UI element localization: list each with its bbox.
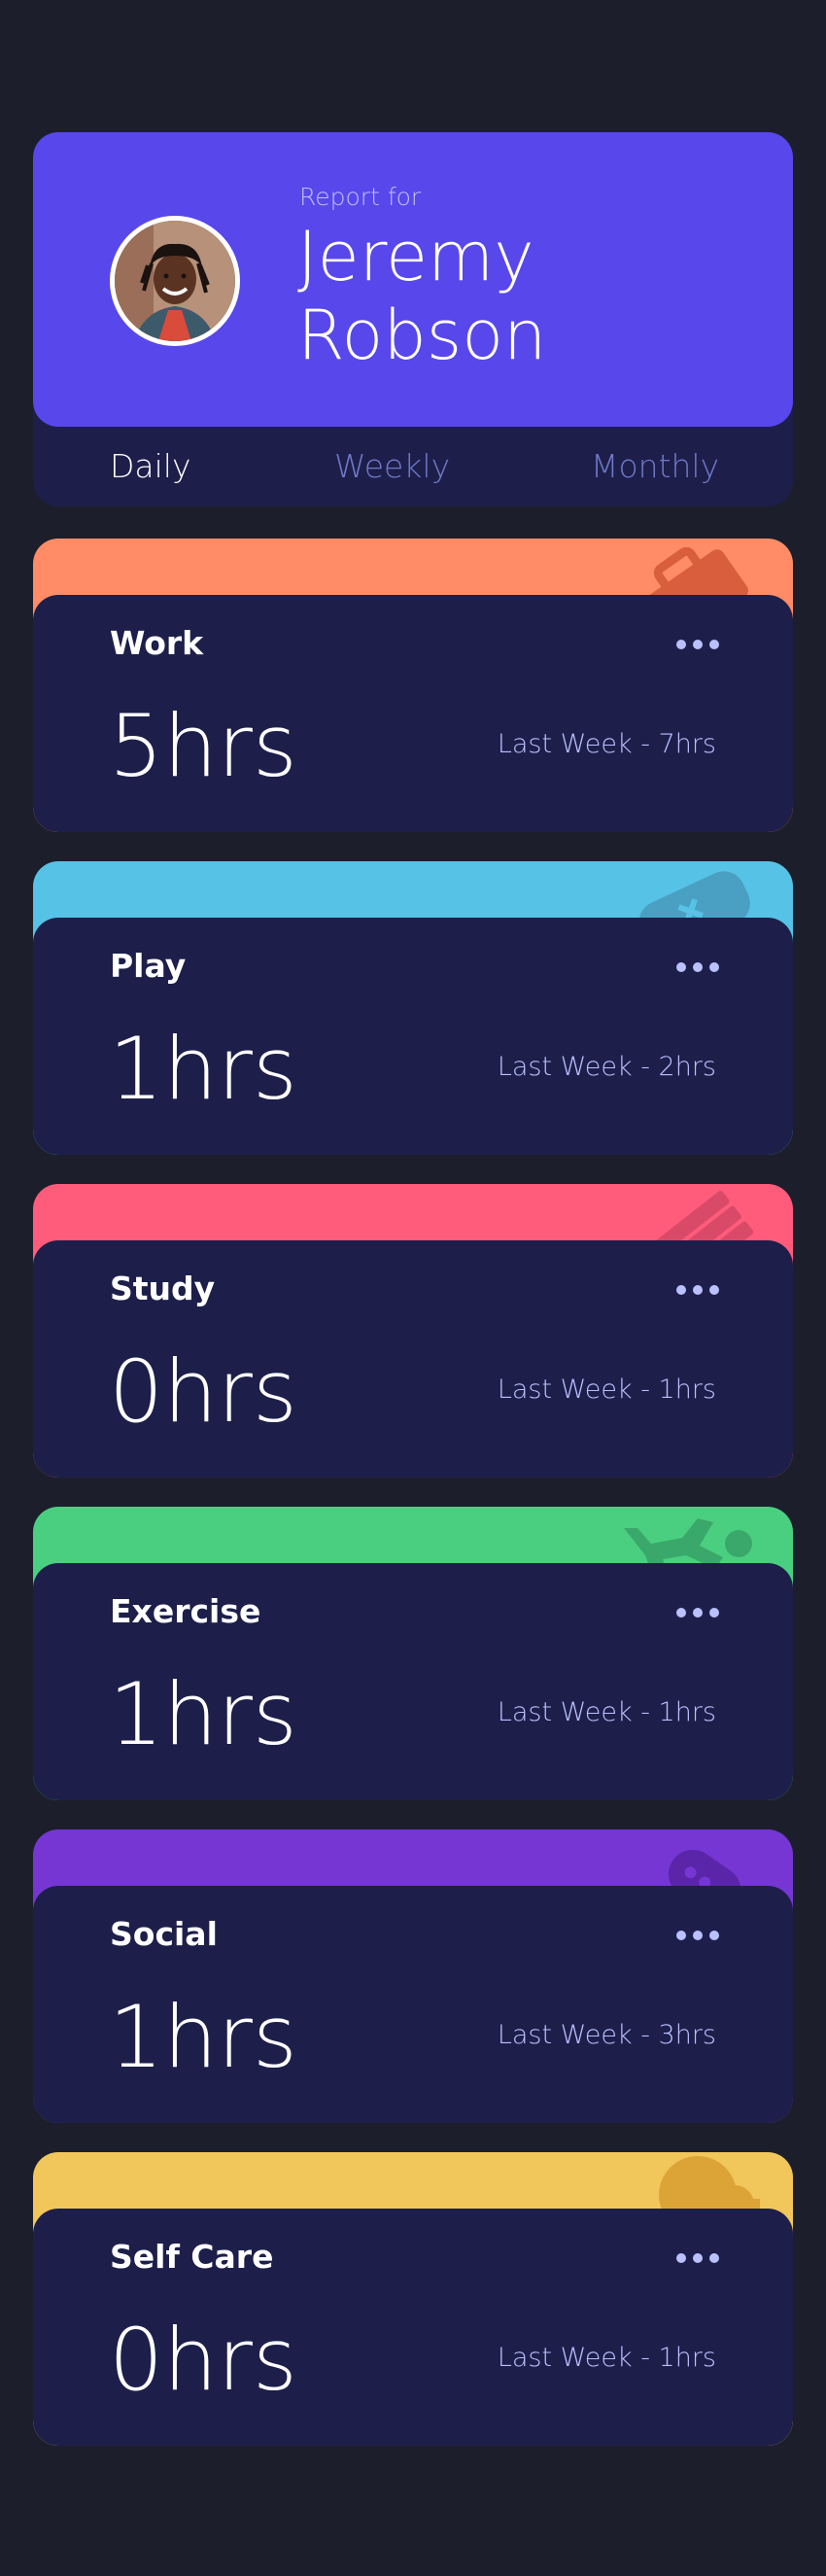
study-card-body: Study 0hrs Last Week - 1hrs [33,1240,793,1478]
current-hours: 0hrs [109,1341,297,1442]
last-week-hours: Last Week - 1hrs [497,2343,716,2373]
tab-weekly[interactable]: Weekly [334,427,450,506]
current-hours: 5hrs [109,696,297,796]
study-card[interactable]: Study 0hrs Last Week - 1hrs [33,1184,793,1478]
card-title: Self Care [110,2238,274,2276]
more-options-icon[interactable] [676,1608,719,1619]
more-options-icon[interactable] [676,640,719,651]
profile-header: Report for Jeremy Robson [33,132,793,427]
tab-daily[interactable]: Daily [110,427,191,506]
last-week-hours: Last Week - 1hrs [497,1375,716,1405]
exercise-card-body: Exercise 1hrs Last Week - 1hrs [33,1563,793,1800]
more-options-icon[interactable] [676,2253,719,2265]
profile-card: Report for Jeremy Robson Daily Weekly Mo… [33,132,793,506]
current-hours: 1hrs [109,1664,297,1764]
social-card-body: Social 1hrs Last Week - 3hrs [33,1886,793,2123]
card-title: Social [110,1915,218,1953]
report-for-label: Report for [299,183,422,211]
last-week-hours: Last Week - 2hrs [497,1052,716,1082]
last-week-hours: Last Week - 3hrs [497,2020,716,2050]
social-card[interactable]: Social 1hrs Last Week - 3hrs [33,1829,793,2123]
tab-monthly[interactable]: Monthly [591,427,719,506]
time-tracking-dashboard: Report for Jeremy Robson Daily Weekly Mo… [33,132,793,2446]
play-card[interactable]: Play 1hrs Last Week - 2hrs [33,861,793,1155]
more-options-icon[interactable] [676,1931,719,1942]
card-title: Exercise [110,1592,261,1630]
work-card-body: Work 5hrs Last Week - 7hrs [33,595,793,832]
exercise-card[interactable]: Exercise 1hrs Last Week - 1hrs [33,1507,793,1800]
work-card[interactable]: Work 5hrs Last Week - 7hrs [33,539,793,832]
card-title: Work [110,624,204,662]
timeframe-tabs: Daily Weekly Monthly [33,427,793,506]
more-options-icon[interactable] [676,1285,719,1297]
last-week-hours: Last Week - 1hrs [497,1697,716,1727]
current-hours: 0hrs [109,2310,297,2410]
more-options-icon[interactable] [676,962,719,974]
card-title: Study [110,1270,216,1307]
avatar-portrait-icon [115,221,235,341]
current-hours: 1hrs [109,1987,297,2087]
last-week-hours: Last Week - 7hrs [497,729,716,759]
card-title: Play [110,947,187,985]
user-avatar [110,216,240,346]
current-hours: 1hrs [109,1019,297,1119]
self-care-card[interactable]: Self Care 0hrs Last Week - 1hrs [33,2152,793,2446]
user-name: Jeremy Robson [297,217,547,375]
play-card-body: Play 1hrs Last Week - 2hrs [33,918,793,1155]
self-care-card-body: Self Care 0hrs Last Week - 1hrs [33,2209,793,2446]
